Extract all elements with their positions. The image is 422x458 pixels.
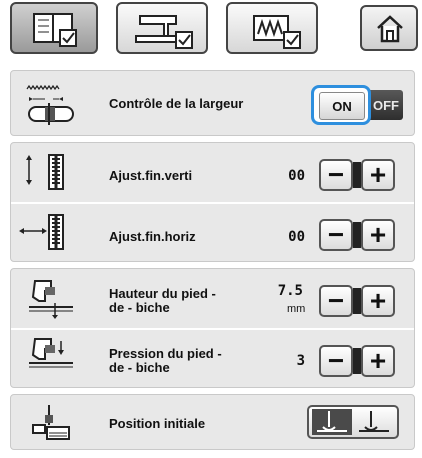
fine-horizontal-value: 00 <box>288 229 305 245</box>
row-divider <box>11 202 414 204</box>
fine-vertical-minus-button[interactable]: − <box>319 159 353 191</box>
home-button[interactable] <box>360 5 418 51</box>
fine-horizontal-minus-button[interactable]: − <box>319 219 353 251</box>
presser-pressure-label-line2: de - biche <box>109 360 170 375</box>
initial-position-label: Position initiale <box>109 416 206 431</box>
presser-height-label-line2: de - biche <box>109 300 170 315</box>
tab-manual-settings[interactable] <box>10 2 98 54</box>
presser-foot-pressure-icon <box>29 338 73 368</box>
presser-foot-height-icon <box>29 280 73 319</box>
sewing-machine-icon <box>135 15 193 49</box>
fine-horizontal-plus-button[interactable]: + <box>361 219 395 251</box>
initial-position-row: Position initiale <box>10 394 415 450</box>
presser-pressure-value: 3 <box>296 353 305 369</box>
presser-foot-group: Hauteur du pied - de - biche 7.5 mm − + … <box>10 268 415 388</box>
presser-pressure-plus-button[interactable]: + <box>361 345 395 377</box>
presser-pressure-minus-button[interactable]: − <box>319 345 353 377</box>
home-icon <box>377 15 403 43</box>
fine-vertical-value: 00 <box>288 168 305 184</box>
fine-horizontal-label: Ajust.fin.horiz <box>109 229 196 244</box>
stepper-divider <box>353 348 361 374</box>
stepper-divider <box>353 288 361 314</box>
on-option-selected[interactable]: ON <box>311 85 371 125</box>
tab-stitch-settings[interactable] <box>226 2 318 54</box>
presser-pressure-label: Pression du pied - de - biche <box>109 347 222 375</box>
needle-position-options-icon <box>312 409 389 435</box>
stitch-pattern-icon <box>253 15 301 49</box>
initial-position-button[interactable] <box>307 405 399 439</box>
presser-height-unit: mm <box>287 303 306 315</box>
width-control-row: Contrôle de la largeur OFF ON <box>10 70 415 136</box>
presser-height-label: Hauteur du pied - de - biche <box>109 287 216 315</box>
presser-height-minus-button[interactable]: − <box>319 285 353 317</box>
needle-position-icon <box>32 405 70 440</box>
fine-vertical-label: Ajust.fin.verti <box>109 168 193 183</box>
fine-adjust-group: Ajust.fin.verti 00 − + Ajust.fin.horiz 0… <box>10 142 415 262</box>
presser-height-plus-button[interactable]: + <box>361 285 395 317</box>
tab-bar <box>0 0 422 62</box>
stepper-divider <box>353 162 361 188</box>
width-control-toggle[interactable]: OFF ON <box>311 85 407 125</box>
width-control-label: Contrôle de la largeur <box>109 96 244 111</box>
tab-machine-settings[interactable] <box>116 2 208 54</box>
stepper-divider <box>353 222 361 248</box>
on-label: ON <box>319 92 365 120</box>
horizontal-adjust-icon <box>19 214 64 250</box>
fine-vertical-plus-button[interactable]: + <box>361 159 395 191</box>
presser-height-value: 7.5 <box>277 283 303 299</box>
presser-pressure-label-line1: Pression du pied - <box>109 346 222 361</box>
row-divider <box>11 328 414 330</box>
manual-book-icon <box>33 13 77 47</box>
vertical-adjust-icon <box>26 154 64 190</box>
presser-height-label-line1: Hauteur du pied - <box>109 286 216 301</box>
width-control-icon <box>26 84 74 125</box>
